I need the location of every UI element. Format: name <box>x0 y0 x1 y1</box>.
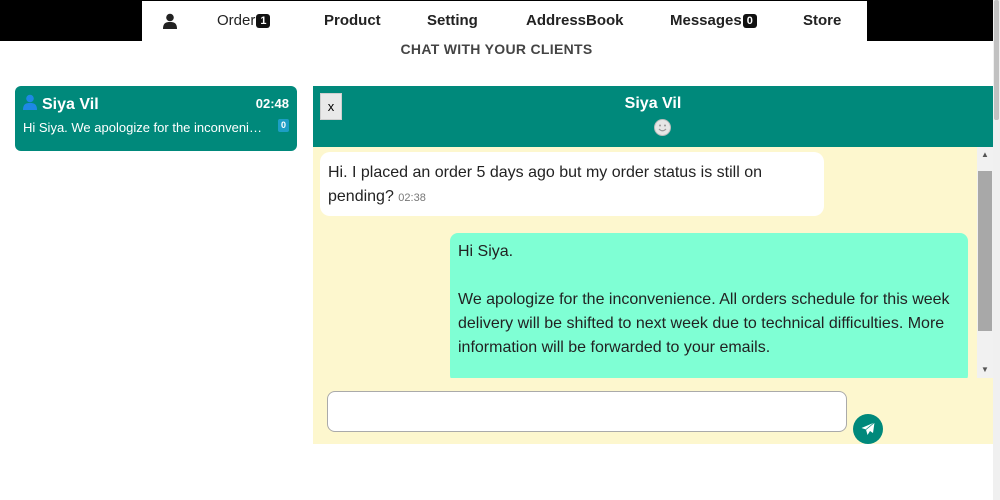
nav-item-addressbook[interactable]: AddressBook <box>526 1 624 41</box>
page-title: CHAT WITH YOUR CLIENTS <box>400 41 593 57</box>
outgoing-message: Hi Siya. We apologize for the inconvenie… <box>450 233 968 378</box>
main-nav: Order 1 Product Setting AddressBook Messa… <box>142 1 867 41</box>
paper-plane-icon <box>861 422 875 435</box>
conversation-name: Siya Vil <box>42 96 99 113</box>
conversation-time: 02:48 <box>255 96 289 111</box>
person-icon <box>23 94 37 110</box>
conversation-preview: Hi Siya. We apologize for the inconvenie… <box>23 120 268 135</box>
messages-count-badge: 0 <box>742 14 757 29</box>
chat-area: Hi. I placed an order 5 days ago but my … <box>313 147 993 444</box>
page-scrollbar[interactable] <box>993 0 1000 500</box>
message-scrollbar-thumb[interactable] <box>978 171 992 331</box>
send-button[interactable] <box>853 414 883 444</box>
nav-item-product[interactable]: Product <box>324 1 381 41</box>
message-text: Hi Siya. <box>458 243 514 260</box>
nav-item-messages[interactable]: Messages 0 <box>670 1 757 41</box>
scroll-up-arrow-icon[interactable]: ▲ <box>977 147 993 163</box>
message-text: Hi. I placed an order 5 days ago but my … <box>328 164 762 205</box>
message-list[interactable]: Hi. I placed an order 5 days ago but my … <box>313 147 977 378</box>
person-icon[interactable] <box>163 13 177 29</box>
chat-header: x Siya Vil <box>313 86 993 147</box>
nav-item-setting[interactable]: Setting <box>427 1 478 41</box>
conversation-item[interactable]: Siya Vil 02:48 Hi Siya. We apologize for… <box>15 86 297 151</box>
incoming-message: Hi. I placed an order 5 days ago but my … <box>320 152 824 216</box>
message-input[interactable] <box>327 391 847 432</box>
order-count-badge: 1 <box>256 14 271 29</box>
unread-count-badge: 0 <box>277 119 289 132</box>
message-time: 02:38 <box>398 192 426 204</box>
message-scrollbar[interactable]: ▲ ▼ <box>977 147 993 378</box>
nav-item-store[interactable]: Store <box>803 1 841 41</box>
nav-item-order[interactable]: Order 1 <box>217 1 271 41</box>
smiley-icon <box>654 119 671 136</box>
message-text: We apologize for the inconvenience. All … <box>458 291 950 356</box>
top-bar: Order 1 Product Setting AddressBook Messa… <box>0 0 993 41</box>
page-scrollbar-thumb[interactable] <box>994 0 999 120</box>
chat-title: Siya Vil <box>624 95 682 112</box>
scroll-down-arrow-icon[interactable]: ▼ <box>977 362 993 378</box>
